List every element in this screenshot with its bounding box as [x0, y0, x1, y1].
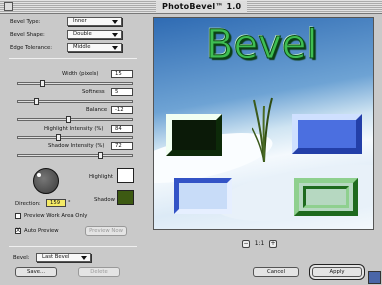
chevron-down-icon	[112, 46, 118, 50]
zoom-out-button[interactable]: −	[242, 240, 250, 248]
divider	[9, 58, 137, 59]
shadow-intensity-slider-thumb[interactable]	[98, 152, 103, 159]
softness-slider[interactable]	[17, 98, 133, 105]
highlight-label: Highlight	[89, 174, 113, 180]
softness-label: Softness	[82, 89, 105, 95]
bevel-preset-select[interactable]: Last Bevel	[36, 253, 91, 262]
bevel-preset-label: Bevel:	[13, 255, 30, 261]
grass-illustration	[252, 97, 273, 162]
edge-tolerance-select[interactable]: Middle	[67, 43, 122, 52]
apply-button[interactable]: Apply	[312, 267, 362, 277]
edge-tolerance-value: Middle	[73, 44, 91, 50]
bevel-sample-green-inner-frame	[303, 186, 349, 208]
softness-slider-thumb[interactable]	[34, 98, 39, 105]
highlight-intensity-slider-thumb[interactable]	[56, 134, 61, 141]
width-slider-thumb[interactable]	[40, 80, 45, 87]
width-field[interactable]: 15	[111, 70, 133, 78]
resize-handle[interactable]	[368, 271, 381, 284]
title-bar[interactable]: PhotoBevel™ 1.0	[0, 0, 382, 14]
preview-now-button[interactable]: Preview Now	[85, 226, 127, 236]
direction-dial-indicator[interactable]	[37, 173, 41, 177]
direction-dial[interactable]	[33, 168, 59, 194]
shadow-intensity-slider[interactable]	[17, 152, 133, 159]
chevron-down-icon	[81, 256, 87, 260]
bevel-type-label: Bevel Type:	[10, 19, 41, 25]
edge-tolerance-label: Edge Tolerance:	[10, 45, 53, 51]
preview-headline: Bevel	[205, 22, 318, 69]
auto-preview-checkbox[interactable]: X	[15, 228, 21, 234]
direction-unit: °	[68, 200, 71, 206]
balance-field[interactable]: -12	[111, 106, 133, 114]
width-slider[interactable]	[17, 80, 133, 87]
delete-button[interactable]: Delete	[78, 267, 120, 277]
highlight-intensity-field[interactable]: 84	[111, 125, 133, 133]
zoom-in-button[interactable]: +	[269, 240, 278, 248]
window-title: PhotoBevel™ 1.0	[156, 1, 248, 13]
divider	[9, 246, 137, 247]
balance-slider-thumb[interactable]	[66, 116, 71, 123]
balance-slider[interactable]	[17, 116, 133, 123]
preview-work-area-checkbox[interactable]	[15, 213, 21, 219]
bevel-type-value: Inner	[73, 18, 87, 24]
cancel-button[interactable]: Cancel	[253, 267, 299, 277]
highlight-intensity-label: Highlight Intensity (%)	[44, 126, 104, 132]
highlight-intensity-slider[interactable]	[17, 134, 133, 141]
highlight-color-swatch[interactable]	[117, 168, 134, 183]
auto-preview-label: Auto Preview	[24, 228, 59, 234]
shadow-intensity-label: Shadow Intensity (%)	[48, 143, 105, 149]
bevel-shape-value: Double	[73, 31, 92, 37]
shadow-label: Shadow	[94, 197, 115, 203]
direction-field[interactable]: 159	[46, 199, 66, 207]
bevel-preset-value: Last Bevel	[42, 254, 70, 260]
shadow-intensity-field[interactable]: 72	[111, 142, 133, 150]
balance-label: Balance	[86, 107, 108, 113]
close-box[interactable]	[4, 2, 13, 11]
bevel-sample-blue-frame	[174, 178, 232, 214]
bevel-type-select[interactable]: Inner	[67, 17, 122, 26]
zoom-level: 1:1	[254, 240, 265, 247]
save-button[interactable]: Save...	[15, 267, 57, 277]
bevel-shape-label: Bevel Shape:	[10, 32, 45, 38]
chevron-down-icon	[112, 33, 118, 37]
width-label: Width (pixels)	[62, 71, 99, 77]
preview-pane[interactable]: Bevel	[153, 17, 374, 230]
shadow-color-swatch[interactable]	[117, 190, 134, 205]
bevel-sample-blue-button	[292, 114, 362, 154]
zoom-controls: − 1:1 +	[242, 240, 278, 248]
bevel-shape-select[interactable]: Double	[67, 30, 122, 39]
bevel-sample-dark-frame	[166, 114, 222, 156]
softness-field[interactable]: 5	[111, 88, 133, 96]
direction-label: Direction:	[15, 201, 41, 207]
chevron-down-icon	[112, 20, 118, 24]
preview-work-area-label: Preview Work Area Only	[24, 213, 88, 219]
